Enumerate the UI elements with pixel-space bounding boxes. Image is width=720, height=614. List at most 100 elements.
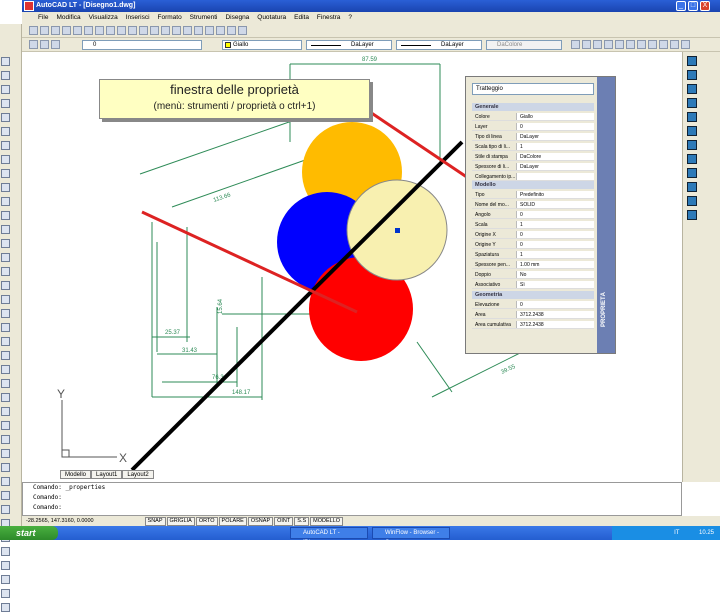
hatch-icon[interactable] [1, 337, 10, 346]
property-row[interactable]: Area cumulativa 3712.2438 [472, 321, 594, 329]
property-value[interactable]: 1 [516, 251, 594, 258]
menu-formato[interactable]: Formato [158, 14, 182, 21]
scale-icon-right[interactable] [687, 154, 697, 164]
stretch-icon[interactable] [1, 267, 10, 276]
array-icon-right[interactable] [687, 112, 697, 122]
grid-toggle[interactable]: GRIGLIA [166, 517, 195, 526]
snap-toggle[interactable]: SNAP [144, 517, 166, 526]
erase-icon[interactable] [687, 56, 697, 66]
offset-icon[interactable] [1, 155, 10, 164]
snap-perpendicular-icon[interactable] [1, 561, 10, 570]
property-row[interactable]: Scala tipo di li... 1 [472, 143, 594, 151]
property-row[interactable]: Spaziatura 1 [472, 251, 594, 259]
pan-icon[interactable] [161, 26, 170, 35]
tool-palettes-icon[interactable] [227, 26, 236, 35]
property-value[interactable]: DaColore [516, 153, 594, 160]
zoom-window-icon[interactable] [183, 26, 192, 35]
menu-modifica[interactable]: Modifica [56, 14, 80, 21]
chamfer-icon[interactable] [1, 379, 10, 388]
snap-tangent-icon[interactable] [1, 575, 10, 584]
property-value[interactable]: 0 [516, 231, 594, 238]
otrack-toggle[interactable]: OINT [274, 517, 294, 526]
copy-icon-right[interactable] [687, 70, 697, 80]
mirror-icon-right[interactable] [687, 84, 697, 94]
object-type-select[interactable]: Tratteggio [472, 83, 594, 95]
ellipse-icon[interactable] [1, 253, 10, 262]
match-properties-icon[interactable] [117, 26, 126, 35]
task-autocad[interactable]: AutoCAD LT - [Disegno... [290, 527, 368, 546]
offset-icon-right[interactable] [687, 98, 697, 108]
zoom-realtime-icon[interactable] [172, 26, 181, 35]
circle-icon[interactable] [1, 197, 10, 206]
maximize-button[interactable]: □ [688, 1, 698, 11]
arc-icon[interactable] [1, 169, 10, 178]
undo-icon[interactable] [128, 26, 137, 35]
tab-layout1[interactable]: Layout1 [91, 470, 123, 479]
grip-center[interactable] [395, 228, 400, 233]
move-icon[interactable] [1, 71, 10, 80]
dim-style-icon[interactable] [571, 40, 580, 49]
mirror-icon[interactable] [1, 127, 10, 136]
menu-finestra[interactable]: Finestra [317, 14, 340, 21]
property-row[interactable]: Scala 1 [472, 221, 594, 229]
dim-continue-icon[interactable] [637, 40, 646, 49]
property-value[interactable]: 1 [516, 221, 594, 228]
linetype-dropdown[interactable]: DaLayer [306, 40, 392, 50]
autocad-app-icon[interactable] [24, 1, 34, 11]
lwt-toggle[interactable]: S.S [294, 517, 310, 526]
property-row[interactable]: Layer 0 [472, 123, 594, 131]
point-icon[interactable] [1, 309, 10, 318]
snap-nearest-icon[interactable] [1, 589, 10, 598]
osnap-toggle[interactable]: OSNAP [247, 517, 274, 526]
minimize-button[interactable]: _ [676, 1, 686, 11]
snap-endpoint-icon[interactable] [1, 449, 10, 458]
save-icon[interactable] [51, 26, 60, 35]
property-value[interactable]: SOLID [516, 201, 594, 208]
dim-radius-icon[interactable] [604, 40, 613, 49]
layer-dropdown[interactable]: 0 [82, 40, 202, 50]
property-row[interactable]: Spessore pen... 1.00 mm [472, 261, 594, 269]
polygon-icon[interactable] [1, 113, 10, 122]
rotate-icon[interactable] [1, 211, 10, 220]
block-icon[interactable] [1, 281, 10, 290]
property-value[interactable]: 0 [516, 301, 594, 308]
property-row[interactable]: Stile di stampa DaColore [472, 153, 594, 161]
property-value[interactable]: 0 [516, 241, 594, 248]
preview-icon[interactable] [73, 26, 82, 35]
menu-visualizza[interactable]: Visualizza [89, 14, 118, 21]
menu-disegna[interactable]: Disegna [225, 14, 249, 21]
property-value[interactable]: 3712.2438 [516, 321, 594, 328]
property-value[interactable]: Predefinito [516, 191, 594, 198]
break-icon[interactable] [1, 351, 10, 360]
copy-object-icon[interactable] [1, 99, 10, 108]
dim-linear-icon[interactable] [582, 40, 591, 49]
tab-modello[interactable]: Modello [60, 470, 92, 479]
table-icon[interactable] [1, 393, 10, 402]
property-row[interactable]: Tipo Predefinito [472, 191, 594, 199]
line-icon[interactable] [1, 57, 10, 66]
print-icon[interactable] [62, 26, 71, 35]
property-value[interactable]: 0 [516, 123, 594, 130]
dim-edit-icon[interactable] [670, 40, 679, 49]
break-icon-right[interactable] [687, 210, 697, 220]
menu-help[interactable]: ? [348, 14, 352, 21]
plotstyle-dropdown[interactable]: DaColore [486, 40, 562, 50]
dim-angular-icon[interactable] [615, 40, 624, 49]
layer-manager-icon[interactable] [29, 40, 38, 49]
property-value[interactable]: 3712.2438 [516, 311, 594, 318]
ortho-toggle[interactable]: ORTO [195, 517, 218, 526]
copy-icon[interactable] [95, 26, 104, 35]
section-modello[interactable]: Modello [472, 181, 594, 189]
command-prompt[interactable]: Comando: [33, 503, 681, 513]
snap-node-icon[interactable] [1, 491, 10, 500]
array-icon[interactable] [1, 183, 10, 192]
help-icon[interactable] [238, 26, 247, 35]
open-icon[interactable] [40, 26, 49, 35]
property-row[interactable]: Origine Y0 [472, 241, 594, 249]
menu-file[interactable]: File [38, 14, 48, 21]
property-row[interactable]: Tipo di linea DaLayer [472, 133, 594, 141]
rotate-icon-right[interactable] [687, 140, 697, 150]
property-value[interactable] [516, 173, 594, 180]
property-row[interactable]: Nome del mo... SOLID [472, 201, 594, 209]
polar-toggle[interactable]: POLARE [218, 517, 247, 526]
